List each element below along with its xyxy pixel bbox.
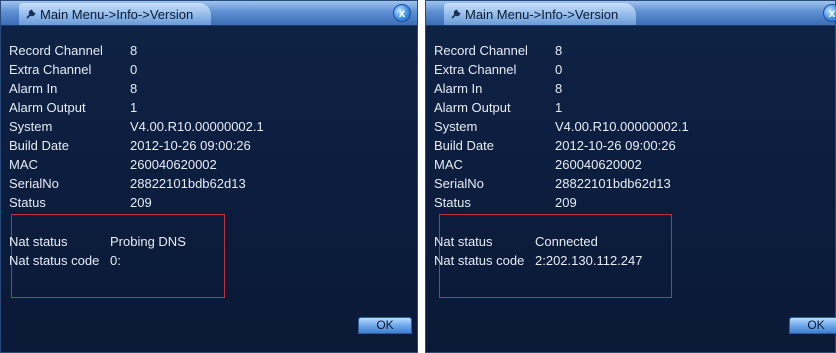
row-label: Nat status — [434, 234, 493, 249]
row-value: 1 — [555, 100, 563, 115]
row-label: MAC — [434, 157, 463, 172]
title-tab: Main Menu->Info->Version — [19, 3, 212, 25]
wrench-icon — [26, 9, 36, 19]
row-serial-no: SerialNo 28822101bdb62d13 — [9, 174, 264, 193]
row-value: 8 — [130, 43, 138, 58]
window-titlebar: Main Menu->Info->Version x — [1, 1, 417, 26]
row-value: 260040620002 — [130, 157, 217, 172]
row-record-channel: Record Channel 8 — [434, 41, 689, 60]
row-alarm-output: Alarm Output 1 — [434, 98, 689, 117]
close-icon[interactable]: x — [393, 4, 411, 22]
row-value: 8 — [555, 81, 563, 96]
row-alarm-output: Alarm Output 1 — [9, 98, 264, 117]
row-value: 8 — [555, 43, 563, 58]
row-label: System — [9, 119, 53, 134]
row-nat-status: Nat status Connected — [434, 232, 642, 251]
row-mac: MAC 260040620002 — [9, 155, 264, 174]
row-alarm-in: Alarm In 8 — [434, 79, 689, 98]
ok-button[interactable]: OK — [789, 317, 836, 334]
window-title: Main Menu->Info->Version — [40, 6, 194, 22]
row-label: Alarm Output — [434, 100, 511, 115]
row-value: 2:202.130.112.247 — [535, 253, 643, 268]
row-value: V4.00.R10.00000002.1 — [130, 119, 264, 134]
row-value: 8 — [130, 81, 138, 96]
row-record-channel: Record Channel 8 — [9, 41, 264, 60]
nat-info-list: Nat status Connected Nat status code 2:202… — [434, 232, 642, 270]
row-value: 209 — [130, 195, 152, 210]
row-alarm-in: Alarm In 8 — [9, 79, 264, 98]
row-extra-channel: Extra Channel 0 — [9, 60, 264, 79]
row-label: Nat status — [9, 234, 68, 249]
row-system: System V4.00.R10.00000002.1 — [9, 117, 264, 136]
close-icon[interactable]: x — [823, 4, 836, 22]
row-value: 2012-10-26 09:00:26 — [555, 138, 676, 153]
row-system: System V4.00.R10.00000002.1 — [434, 117, 689, 136]
row-label: Alarm In — [434, 81, 483, 96]
row-value: 0 — [555, 62, 563, 77]
row-value: 0 — [130, 62, 138, 77]
row-label: Record Channel — [9, 43, 103, 58]
wrench-icon — [451, 9, 461, 19]
row-label: Record Channel — [434, 43, 528, 58]
row-value: V4.00.R10.00000002.1 — [555, 119, 689, 134]
row-value: 1 — [130, 100, 138, 115]
row-serial-no: SerialNo 28822101bdb62d13 — [434, 174, 689, 193]
row-label: Build Date — [9, 138, 69, 153]
row-build-date: Build Date 2012-10-26 09:00:26 — [9, 136, 264, 155]
version-info-list: Record Channel 8 Extra Channel 0 Alarm In 8… — [434, 41, 689, 212]
row-label: System — [434, 119, 478, 134]
row-value: 28822101bdb62d13 — [130, 176, 246, 191]
version-info-list: Record Channel 8 Extra Channel 0 Alarm In 8… — [9, 41, 264, 212]
row-label: Extra Channel — [434, 62, 517, 77]
row-label: Build Date — [434, 138, 494, 153]
row-label: Nat status code — [9, 253, 100, 268]
row-value: 2012-10-26 09:00:26 — [130, 138, 251, 153]
row-value: 260040620002 — [555, 157, 642, 172]
row-label: Nat status code — [434, 253, 525, 268]
row-label: MAC — [9, 157, 38, 172]
ok-button[interactable]: OK — [358, 317, 412, 334]
row-label: Alarm Output — [9, 100, 86, 115]
window-title: Main Menu->Info->Version — [465, 6, 619, 22]
row-label: SerialNo — [9, 176, 59, 191]
row-label: Status — [9, 195, 46, 210]
row-label: Alarm In — [9, 81, 58, 96]
title-tab: Main Menu->Info->Version — [444, 3, 637, 25]
row-mac: MAC 260040620002 — [434, 155, 689, 174]
row-value: 209 — [555, 195, 577, 210]
row-value: 0: — [110, 253, 121, 268]
row-value: Probing DNS — [110, 234, 186, 249]
version-window-left: Main Menu->Info->Version x Record Channe… — [0, 0, 418, 353]
row-nat-status-code: Nat status code 0: — [9, 251, 186, 270]
row-extra-channel: Extra Channel 0 — [434, 60, 689, 79]
row-value: Connected — [535, 234, 598, 249]
row-nat-status: Nat status Probing DNS — [9, 232, 186, 251]
row-value: 28822101bdb62d13 — [555, 176, 671, 191]
version-window-right: Main Menu->Info->Version x Record Channe… — [425, 0, 836, 353]
window-titlebar: Main Menu->Info->Version x — [426, 1, 836, 26]
row-status: Status 209 — [9, 193, 264, 212]
nat-info-list: Nat status Probing DNS Nat status code 0: — [9, 232, 186, 270]
row-build-date: Build Date 2012-10-26 09:00:26 — [434, 136, 689, 155]
row-status: Status 209 — [434, 193, 689, 212]
row-label: SerialNo — [434, 176, 484, 191]
row-label: Extra Channel — [9, 62, 92, 77]
row-nat-status-code: Nat status code 2:202.130.112.247 — [434, 251, 642, 270]
row-label: Status — [434, 195, 471, 210]
